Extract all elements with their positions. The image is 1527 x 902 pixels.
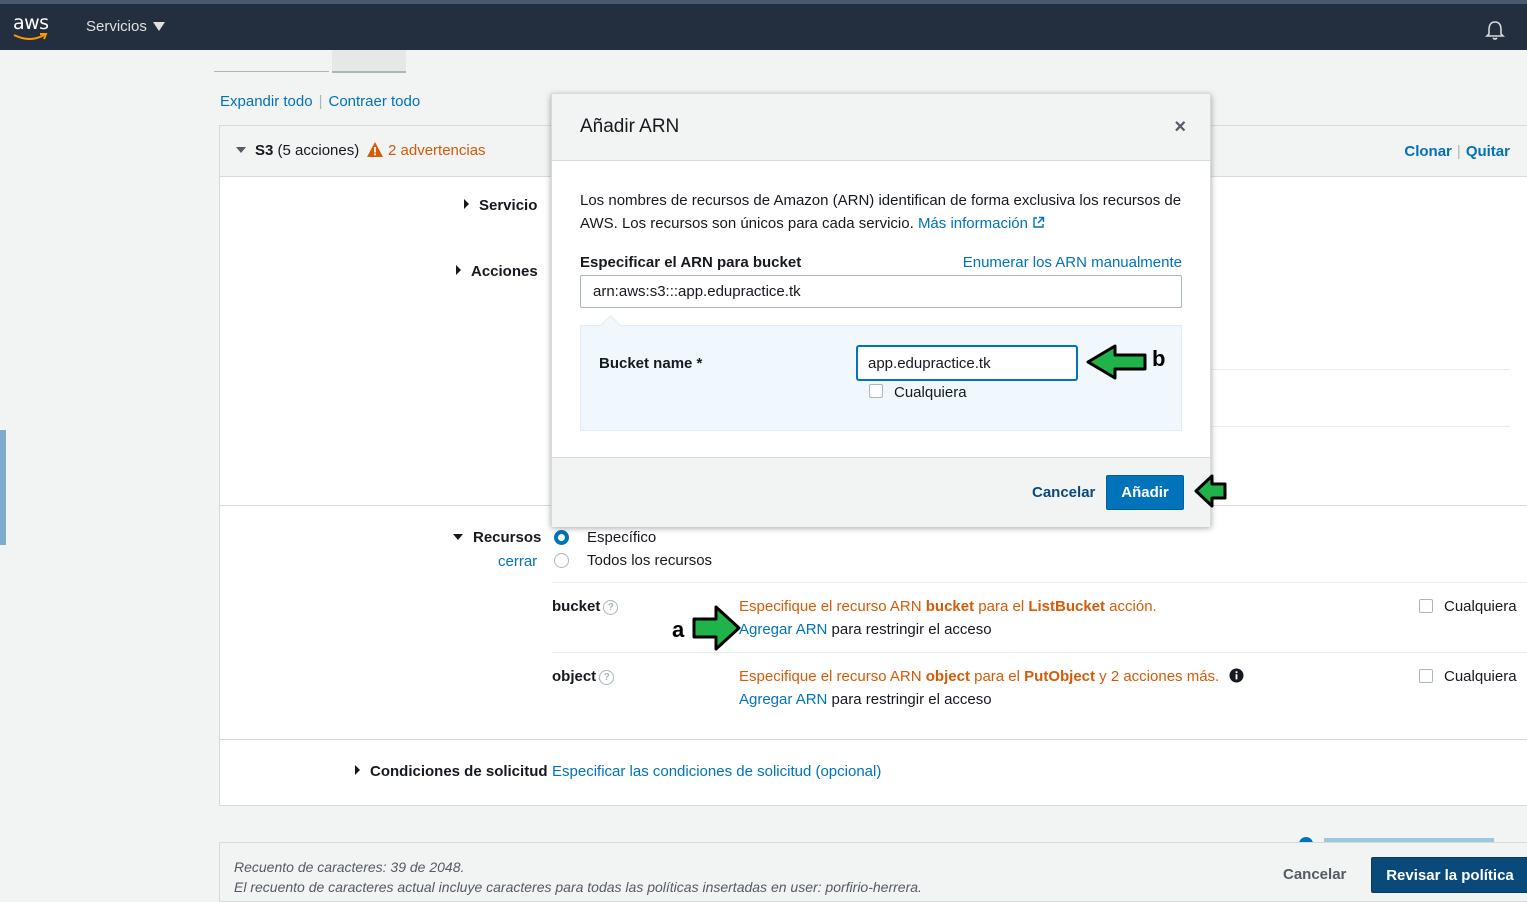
add-arn-bucket-link[interactable]: Agregar ARN: [739, 621, 827, 638]
callout-notch: [599, 314, 622, 337]
review-policy-button[interactable]: Revisar la política: [1371, 857, 1527, 893]
modal-cancel-button[interactable]: Cancelar: [1032, 484, 1095, 501]
resource-bucket-label: bucket?: [552, 598, 619, 615]
s3-panel-title: S3 (5 acciones): [255, 142, 359, 159]
section-service[interactable]: Servicio: [464, 197, 537, 214]
object-arn-message: Especifique el recurso ARN object para e…: [739, 668, 1244, 685]
section-actions-label: Acciones: [471, 263, 538, 280]
divider: [1210, 426, 1510, 427]
section-resources-label: Recursos: [473, 529, 542, 546]
radio-specific-label: Específico: [587, 529, 657, 546]
bucket-name-input[interactable]: [857, 346, 1077, 380]
caret-down-icon: [152, 22, 165, 31]
radio-specific[interactable]: [554, 530, 569, 545]
help-icon[interactable]: ?: [603, 600, 619, 615]
help-icon[interactable]: ?: [599, 670, 615, 685]
resource-object-label: object?: [552, 668, 615, 685]
close-icon[interactable]: ×: [1174, 116, 1186, 139]
editor-tabs: [214, 50, 406, 73]
warning-icon: [367, 142, 383, 157]
tab-visual-editor[interactable]: [214, 50, 329, 72]
specify-conditions-link[interactable]: Especificar las condiciones de solicitud…: [552, 763, 881, 780]
more-info-link[interactable]: Más información: [918, 215, 1045, 232]
documentation-side-tab[interactable]: [0, 430, 6, 545]
modal-footer: Cancelar Añadir: [552, 457, 1210, 527]
footer-cancel-button[interactable]: Cancelar: [1283, 866, 1346, 883]
add-arn-object-link[interactable]: Agregar ARN: [739, 691, 827, 708]
bucket-any-label: Cualquiera: [894, 384, 967, 401]
bucket-add-arn-row: Agregar ARN para restringir el acceso: [739, 621, 992, 638]
external-link-icon: [1033, 216, 1045, 228]
top-nav-bar: aws Servicios: [0, 0, 1527, 50]
expand-collapse-row: Expandir todo | Contraer todo: [220, 93, 420, 110]
caret-right-icon: [456, 265, 461, 275]
modal-title: Añadir ARN: [580, 116, 680, 137]
object-any-label: Cualquiera: [1444, 668, 1517, 685]
section-actions[interactable]: Acciones: [456, 263, 538, 280]
tab-json[interactable]: [332, 50, 406, 73]
expand-all-link[interactable]: Expandir todo: [220, 93, 313, 110]
divider: [1210, 369, 1510, 370]
annotation-arrow-right-icon: [692, 605, 741, 651]
object-any-checkbox[interactable]: [1419, 669, 1433, 683]
section-conditions[interactable]: Condiciones de solicitud: [355, 763, 548, 780]
warnings-link[interactable]: 2 advertencias: [388, 142, 486, 159]
section-resources[interactable]: Recursos: [453, 529, 541, 546]
service-name: S3: [255, 142, 274, 159]
remove-link[interactable]: Quitar: [1466, 143, 1510, 160]
collapse-all-link[interactable]: Contraer todo: [328, 93, 420, 110]
char-count: Recuento de caracteres: 39 de 2048.: [234, 859, 465, 875]
restrict-text: para restringir el acceso: [827, 691, 992, 708]
annotation-arrow-left-icon: [1194, 474, 1227, 508]
divider: [552, 582, 1527, 583]
annotation-letter-a: a: [672, 617, 685, 642]
modal-description: Los nombres de recursos de Amazon (ARN) …: [580, 189, 1185, 235]
modal-add-button[interactable]: Añadir: [1106, 475, 1184, 510]
services-label: Servicios: [86, 18, 147, 35]
arn-input[interactable]: [580, 275, 1182, 308]
policy-footer: Recuento de caracteres: 39 de 2048. El r…: [219, 842, 1527, 902]
divider: [220, 739, 1527, 740]
modal-description-text: Los nombres de recursos de Amazon (ARN) …: [580, 192, 1182, 232]
section-service-label: Servicio: [479, 197, 538, 214]
section-conditions-label: Condiciones de solicitud: [370, 763, 548, 780]
annotation-arrow-left-icon: [1086, 344, 1147, 380]
modal-header: Añadir ARN ×: [552, 94, 1210, 161]
divider: [552, 652, 1527, 653]
services-menu[interactable]: Servicios: [86, 18, 165, 35]
caret-down-icon: [453, 534, 463, 540]
object-add-arn-row: Agregar ARN para restringir el acceso: [739, 691, 992, 708]
aws-logo[interactable]: aws: [13, 12, 53, 46]
specify-arn-label: Especificar el ARN para bucket: [580, 254, 802, 271]
bell-icon[interactable]: [1484, 19, 1506, 41]
restrict-text: para restringir el acceso: [827, 621, 992, 638]
separator: |: [1456, 143, 1461, 160]
clone-link[interactable]: Clonar: [1404, 143, 1452, 160]
bucket-any-label: Cualquiera: [1444, 598, 1517, 615]
bucket-name-label: Bucket name *: [599, 355, 703, 372]
panel-actions: Clonar | Quitar: [1404, 143, 1510, 160]
char-count-note: El recuento de caracteres actual incluye…: [234, 879, 922, 895]
caret-right-icon: [464, 199, 469, 209]
bucket-arn-message: Especifique el recurso ARN bucket para e…: [739, 598, 1157, 615]
list-arns-manually-link[interactable]: Enumerar los ARN manualmente: [963, 254, 1182, 271]
radio-all-resources[interactable]: [554, 553, 569, 568]
bucket-any-checkbox[interactable]: [1419, 599, 1433, 613]
separator: |: [318, 93, 323, 110]
add-arn-modal: Añadir ARN × Los nombres de recursos de …: [551, 93, 1211, 527]
actions-count: (5 acciones): [277, 142, 360, 159]
caret-down-icon[interactable]: [236, 147, 246, 153]
bucket-any-checkbox[interactable]: [869, 384, 883, 398]
annotation-letter-b: b: [1152, 346, 1166, 371]
radio-all-resources-label: Todos los recursos: [587, 552, 713, 569]
caret-right-icon: [355, 765, 360, 775]
close-resources-link[interactable]: cerrar: [498, 553, 537, 570]
aws-smile-icon: [13, 33, 48, 40]
info-icon[interactable]: [1229, 668, 1244, 683]
